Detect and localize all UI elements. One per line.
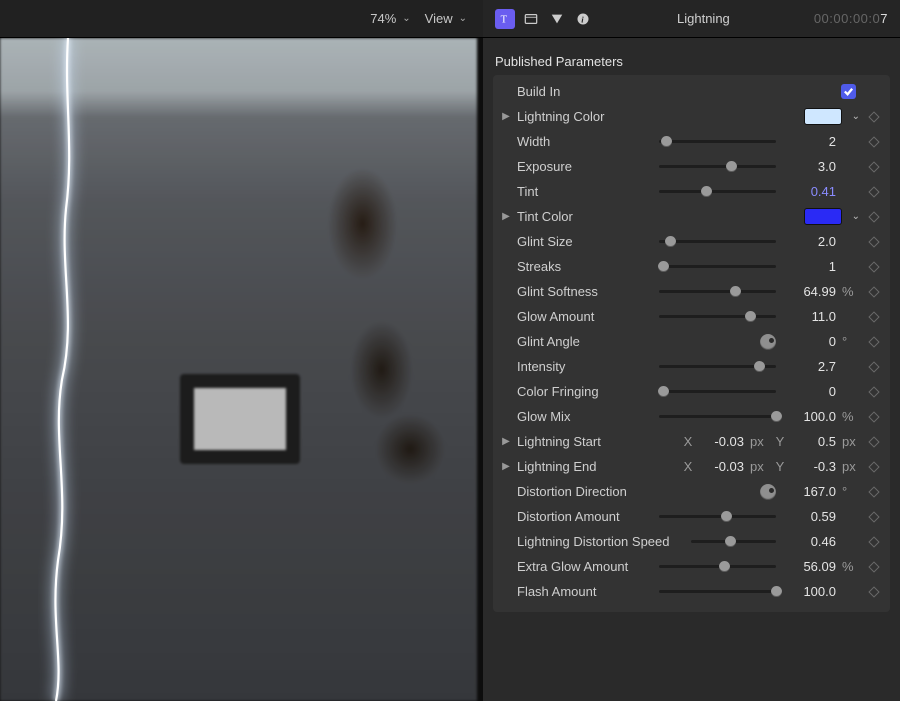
keyframe-button[interactable] xyxy=(864,338,884,346)
parameters-group: Build In ▶ Lightning Color ⌄ xyxy=(493,75,890,612)
keyframe-button[interactable] xyxy=(864,488,884,496)
param-color-fringing: Color Fringing 0 xyxy=(493,379,890,404)
inspector-body: Published Parameters Build In ▶ xyxy=(483,38,900,701)
param-glint-softness: Glint Softness 64.99% xyxy=(493,279,890,304)
param-streaks: Streaks 1 xyxy=(493,254,890,279)
zoom-menu[interactable]: 74% ⌄ xyxy=(370,11,410,26)
keyframe-button[interactable] xyxy=(864,463,884,471)
disclosure-triangle-icon[interactable]: ▶ xyxy=(499,436,513,447)
keyframe-button[interactable] xyxy=(864,238,884,246)
svg-text:T: T xyxy=(501,14,508,25)
label-build-in: Build In xyxy=(517,84,655,99)
param-intensity: Intensity 2.7 xyxy=(493,354,890,379)
param-glow-mix: Glow Mix 100.0% xyxy=(493,404,890,429)
param-lightning-start: ▶ Lightning Start X -0.03 px Y 0.5 px xyxy=(493,429,890,454)
inspector-header: T i Lightning 00:00:00:07 xyxy=(483,0,900,38)
view-menu[interactable]: View ⌄ xyxy=(425,11,467,26)
keyframe-button[interactable] xyxy=(864,288,884,296)
keyframe-button[interactable] xyxy=(864,563,884,571)
param-lightning-color: ▶ Lightning Color ⌄ xyxy=(493,104,890,129)
tab-info[interactable]: i xyxy=(573,9,593,29)
timecode-prefix: 00:00:00:0 xyxy=(814,11,880,26)
slider-glint-softness[interactable] xyxy=(659,285,776,299)
slider-glint-size[interactable] xyxy=(659,235,776,249)
value-lightning-end-x[interactable]: -0.03 xyxy=(700,459,744,474)
zoom-value: 74% xyxy=(370,11,396,26)
value-lightning-end-y[interactable]: -0.3 xyxy=(792,459,836,474)
param-extra-glow-amount: Extra Glow Amount 56.09% xyxy=(493,554,890,579)
keyframe-button[interactable] xyxy=(864,113,884,121)
disclosure-triangle-icon[interactable]: ▶ xyxy=(499,211,513,222)
slider-distortion-amount[interactable] xyxy=(659,510,776,524)
tab-filter[interactable] xyxy=(547,9,567,29)
chevron-down-icon: ⌄ xyxy=(459,13,467,24)
slider-lightning-distortion-speed[interactable] xyxy=(691,535,776,549)
chevron-down-icon[interactable]: ⌄ xyxy=(852,211,860,222)
timecode-frame: 7 xyxy=(880,11,888,26)
keyframe-button[interactable] xyxy=(864,188,884,196)
param-glint-size: Glint Size 2.0 xyxy=(493,229,890,254)
value-lightning-start-y[interactable]: 0.5 xyxy=(792,434,836,449)
slider-color-fringing[interactable] xyxy=(659,385,776,399)
tab-text[interactable]: T xyxy=(495,9,515,29)
slider-width[interactable] xyxy=(659,135,776,149)
keyframe-button[interactable] xyxy=(864,138,884,146)
value-lightning-start-x[interactable]: -0.03 xyxy=(700,434,744,449)
param-lightning-end: ▶ Lightning End X -0.03 px Y -0.3 px xyxy=(493,454,890,479)
disclosure-triangle-icon[interactable]: ▶ xyxy=(499,111,513,122)
colorwell-tint-color[interactable] xyxy=(804,208,842,225)
keyframe-button[interactable] xyxy=(864,363,884,371)
param-tint-color: ▶ Tint Color ⌄ xyxy=(493,204,890,229)
view-label: View xyxy=(425,11,453,26)
keyframe-button[interactable] xyxy=(864,213,884,221)
param-glint-angle: Glint Angle 0° xyxy=(493,329,890,354)
param-lightning-distortion-speed: Lightning Distortion Speed 0.46 xyxy=(493,529,890,554)
param-build-in: Build In xyxy=(493,79,890,104)
keyframe-button[interactable] xyxy=(864,163,884,171)
keyframe-button[interactable] xyxy=(864,388,884,396)
dial-glint-angle[interactable] xyxy=(760,334,776,350)
colorwell-lightning-color[interactable] xyxy=(804,108,842,125)
slider-extra-glow-amount[interactable] xyxy=(659,560,776,574)
keyframe-button[interactable] xyxy=(864,438,884,446)
section-header: Published Parameters xyxy=(493,46,890,75)
canvas-backdrop xyxy=(0,38,477,701)
tab-video[interactable] xyxy=(521,9,541,29)
keyframe-button[interactable] xyxy=(864,588,884,596)
keyframe-button[interactable] xyxy=(864,513,884,521)
param-distortion-amount: Distortion Amount 0.59 xyxy=(493,504,890,529)
slider-streaks[interactable] xyxy=(659,260,776,274)
param-width: Width 2 xyxy=(493,129,890,154)
chevron-down-icon[interactable]: ⌄ xyxy=(852,111,860,122)
keyframe-button[interactable] xyxy=(864,263,884,271)
viewer-toolbar: 74% ⌄ View ⌄ xyxy=(0,0,483,38)
slider-exposure[interactable] xyxy=(659,160,776,174)
param-tint: Tint 0.41 xyxy=(493,179,890,204)
slider-flash-amount[interactable] xyxy=(659,585,776,599)
inspector-tabs: T i xyxy=(495,9,593,29)
timecode-readout: 00:00:00:07 xyxy=(814,11,888,26)
keyframe-button[interactable] xyxy=(864,538,884,546)
slider-glow-mix[interactable] xyxy=(659,410,776,424)
inspector-title: Lightning xyxy=(593,11,814,26)
canvas-shape xyxy=(180,374,300,464)
dial-distortion-direction[interactable] xyxy=(760,484,776,500)
disclosure-triangle-icon[interactable]: ▶ xyxy=(499,461,513,472)
viewer-canvas[interactable] xyxy=(0,38,483,701)
keyframe-button[interactable] xyxy=(864,313,884,321)
slider-tint[interactable] xyxy=(659,185,776,199)
param-distortion-direction: Distortion Direction 167.0° xyxy=(493,479,890,504)
checkbox-build-in[interactable] xyxy=(841,84,856,99)
param-exposure: Exposure 3.0 xyxy=(493,154,890,179)
keyframe-button[interactable] xyxy=(864,413,884,421)
param-glow-amount: Glow Amount 11.0 xyxy=(493,304,890,329)
chevron-down-icon: ⌄ xyxy=(402,13,410,24)
slider-intensity[interactable] xyxy=(659,360,776,374)
param-flash-amount: Flash Amount 100.0 xyxy=(493,579,890,604)
slider-glow-amount[interactable] xyxy=(659,310,776,324)
